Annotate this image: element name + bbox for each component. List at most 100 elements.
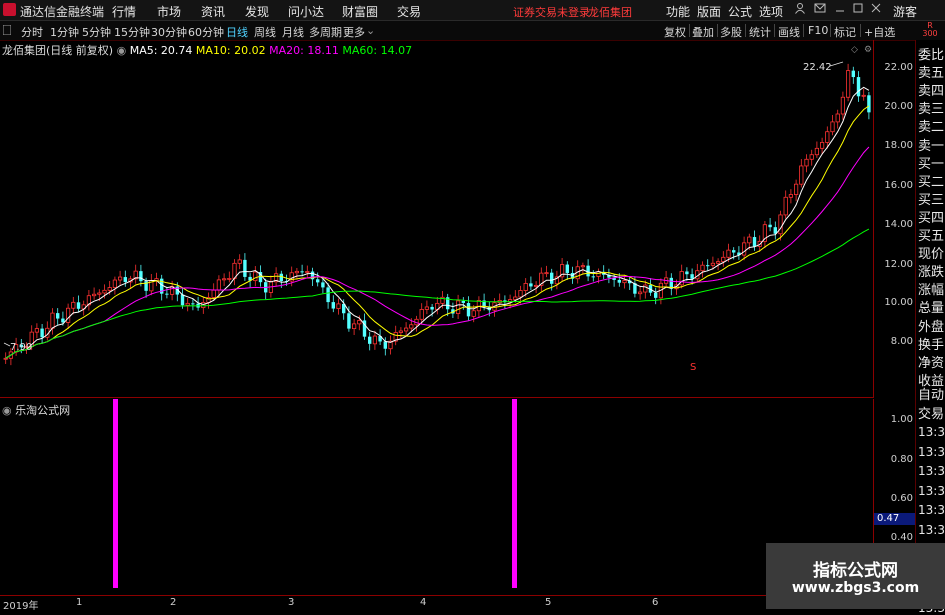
candle-body [383, 341, 387, 349]
candle-body [622, 280, 627, 284]
candle-body [305, 271, 310, 273]
separator [774, 24, 775, 37]
candle-body [752, 237, 757, 247]
menu-faxian[interactable]: 发现 [245, 3, 269, 20]
current-value-badge: 0.47 [874, 513, 917, 525]
quote-field-label: 外盘 [918, 319, 945, 335]
date-axis: 2019年 1 2 3 4 5 6 [0, 595, 873, 612]
trade-time: 13:30 [918, 522, 945, 537]
price-tick: 20.00 [884, 101, 913, 112]
period-15min[interactable]: 15分钟 [114, 24, 150, 40]
candle-body [471, 310, 476, 317]
candle-body [591, 276, 595, 278]
candle-body [799, 165, 804, 185]
candle-body [76, 302, 81, 309]
period-multi[interactable]: 多周期 [309, 24, 342, 40]
period-60min[interactable]: 60分钟 [188, 24, 224, 40]
menu-zixun[interactable]: 资讯 [201, 3, 225, 20]
chevron-down-icon[interactable]: ⌄ [366, 24, 375, 37]
menu-banmian[interactable]: 版面 [697, 3, 721, 20]
candle-body [523, 282, 528, 291]
quote-field-label: 买四 [918, 210, 945, 226]
menu-xuanxiang[interactable]: 选项 [759, 3, 783, 20]
date-tick: 4 [420, 597, 427, 608]
candle-body [840, 96, 846, 115]
login-warning[interactable]: 证券交易未登录 [513, 4, 590, 20]
trade-time: 13:30 [918, 425, 945, 439]
candle-body [861, 94, 866, 97]
tool-duogu[interactable]: 多股 [720, 24, 742, 40]
message-icon[interactable] [813, 2, 827, 16]
period-more[interactable]: 更多 [343, 24, 365, 40]
tool-huaxian[interactable]: 画线 [778, 24, 800, 40]
candle-body [34, 328, 40, 333]
stock-link[interactable]: 龙佰集团 [588, 4, 632, 20]
trade-time: 13:30 [918, 503, 945, 517]
indicator-chart[interactable] [0, 399, 873, 595]
tool-zixuan[interactable]: +自选 [864, 24, 895, 40]
settings-circle-icon[interactable]: ◉ [117, 44, 127, 57]
candlesticks [3, 63, 871, 366]
date-tick: 2019年 [3, 601, 39, 612]
diamond-icon: ◇ [851, 45, 858, 55]
candle-body [783, 196, 788, 216]
tool-diejia[interactable]: 叠加 [692, 24, 714, 40]
user-icon[interactable] [793, 2, 807, 16]
candle-body [357, 320, 362, 325]
candle-body [368, 336, 372, 344]
minimize-icon[interactable] [833, 2, 847, 16]
price-tick: 18.00 [884, 140, 913, 151]
candle-body [237, 259, 242, 264]
period-fenshi[interactable]: 分时 [21, 24, 43, 40]
period-5min[interactable]: 5分钟 [82, 24, 111, 40]
close-icon[interactable] [869, 2, 883, 16]
trade-label[interactable]: 交易 [918, 403, 944, 422]
price-chart[interactable]: 22.42 7.90 S ◇ ⚙ [0, 40, 873, 398]
settings-circle-icon[interactable]: ◉ [2, 404, 12, 417]
menu-shichang[interactable]: 市场 [157, 3, 181, 20]
candle-body [185, 302, 190, 306]
candle-body [809, 154, 814, 160]
main-legend: 龙佰集团(日线 前复权) ◉ MA5: 20.74 MA10: 20.02 MA… [2, 42, 412, 58]
signal-bar [113, 399, 118, 588]
quote-field-label: 涨幅 [918, 283, 945, 299]
period-30min[interactable]: 30分钟 [151, 24, 187, 40]
user-label[interactable]: 游客 [893, 3, 917, 20]
ma5-line [5, 86, 870, 359]
tool-fuquan[interactable]: 复权 [664, 24, 686, 40]
candle-body [643, 284, 648, 293]
tool-biaoji[interactable]: 标记 [834, 24, 856, 40]
ma20-value: MA20: 18.11 [269, 44, 339, 57]
candle-body [529, 283, 533, 287]
candle-body [216, 279, 221, 291]
price-axis: 22.00 20.00 18.00 16.00 14.00 12.00 10.0… [873, 40, 916, 398]
price-tick: 8.00 [890, 336, 913, 347]
period-daily[interactable]: 日线 [226, 24, 248, 40]
candle-body [316, 279, 320, 283]
period-monthly[interactable]: 月线 [282, 24, 304, 40]
menu-gongshi[interactable]: 公式 [728, 3, 752, 20]
candle-body [403, 327, 409, 332]
high-price-label: 22.42 [803, 62, 832, 73]
quote-panel: 委比 卖五 卖四 卖三 卖二 卖一 买一 买二 买三 买四 买五 现价 涨跌 涨幅 总量 外盘 换手 净资 收益 自动… [915, 40, 945, 615]
menu-caifuquan[interactable]: 财富圈 [342, 3, 378, 20]
candle-body [40, 328, 44, 338]
period-1min[interactable]: 1分钟 [50, 24, 79, 40]
tool-f10[interactable]: F10 [808, 24, 828, 37]
menu-gongneng[interactable]: 功能 [666, 3, 690, 20]
period-weekly[interactable]: 周线 [254, 24, 276, 40]
tool-tongji[interactable]: 统计 [749, 24, 771, 40]
menu-wenxiaoda[interactable]: 问小达 [288, 3, 324, 20]
menu-hangqing[interactable]: 行情 [112, 3, 136, 20]
candle-body [92, 293, 97, 297]
candle-body [336, 303, 341, 309]
r300-badge[interactable]: R 300 [915, 22, 945, 39]
grid-menu-icon[interactable] [2, 24, 12, 36]
trade-label[interactable]: 自动 [918, 384, 944, 403]
menu-jiaoyi[interactable]: 交易 [397, 3, 421, 20]
candle-body [685, 271, 689, 275]
candle-body [820, 142, 825, 149]
indicator-name: 乐淘公式网 [15, 404, 71, 417]
quote-field-label: 卖三 [918, 102, 945, 118]
maximize-icon[interactable] [851, 2, 865, 16]
